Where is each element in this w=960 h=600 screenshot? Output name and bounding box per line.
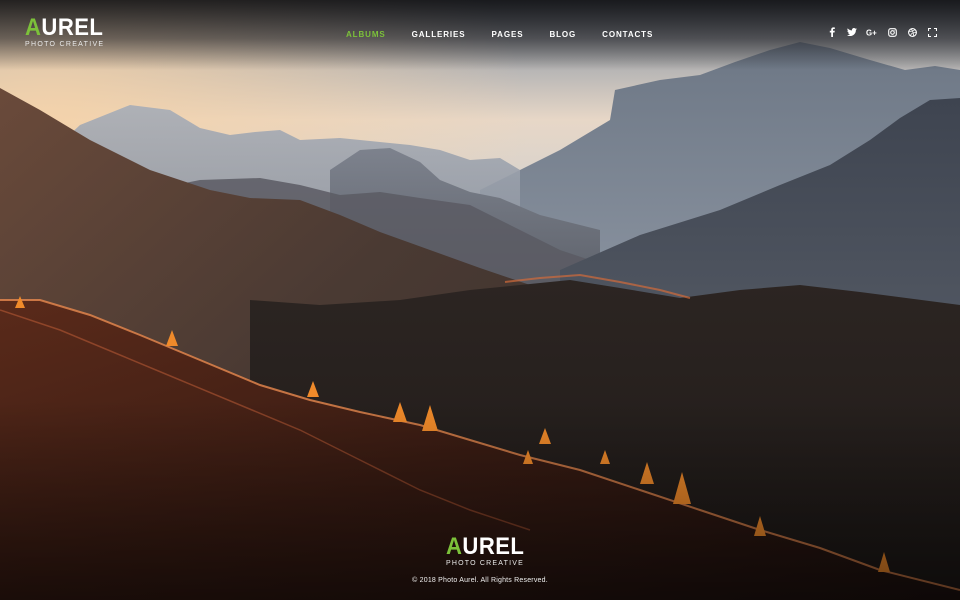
svg-text:G+: G+ <box>866 28 877 36</box>
dribbble-icon[interactable] <box>906 26 918 38</box>
instagram-icon[interactable] <box>886 26 898 38</box>
logo-wordmark: A UREL <box>25 14 103 41</box>
logo-tagline: PHOTO CREATIVE <box>25 41 105 48</box>
nav-item-albums[interactable]: ALBUMS <box>346 30 386 39</box>
footer-logo-accent-letter: A <box>446 533 463 560</box>
google-plus-icon[interactable]: G+ <box>866 26 878 38</box>
footer-logo-tagline: PHOTO CREATIVE <box>446 560 524 567</box>
footer-copyright: © 2018 Photo Aurel. All Rights Reserved. <box>412 577 548 584</box>
brand-logo[interactable]: A UREL PHOTO CREATIVE <box>25 14 105 49</box>
nav-item-galleries[interactable]: GALLERIES <box>412 30 466 39</box>
site-header: A UREL PHOTO CREATIVE ALBUMS GALLERIES PA… <box>0 0 960 70</box>
footer-logo-rest-letters: UREL <box>462 533 525 560</box>
page: A UREL PHOTO CREATIVE ALBUMS GALLERIES PA… <box>0 0 960 600</box>
fullscreen-icon[interactable] <box>926 26 938 38</box>
hero-background-image <box>0 0 960 600</box>
footer-brand-logo[interactable]: A UREL PHOTO CREATIVE <box>446 533 524 568</box>
logo-accent-letter: A <box>25 14 42 41</box>
nav-item-blog[interactable]: BLOG <box>549 30 576 39</box>
main-navigation: ALBUMS GALLERIES PAGES BLOG CONTACTS <box>346 30 679 39</box>
nav-item-contacts[interactable]: CONTACTS <box>602 30 653 39</box>
twitter-icon[interactable] <box>846 26 858 38</box>
logo-rest-letters: UREL <box>41 14 104 41</box>
nav-item-pages[interactable]: PAGES <box>492 30 524 39</box>
facebook-icon[interactable] <box>826 26 838 38</box>
footer-logo-wordmark: A UREL <box>446 533 524 560</box>
social-links: G+ <box>818 26 938 38</box>
